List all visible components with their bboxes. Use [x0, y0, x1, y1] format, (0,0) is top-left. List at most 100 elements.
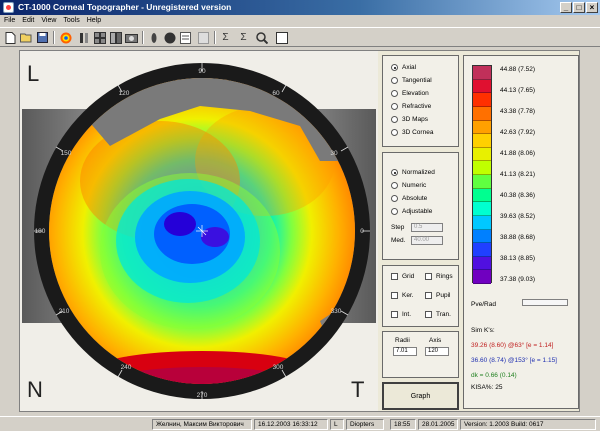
- checkbox[interactable]: [391, 311, 398, 318]
- map-type-panel: Axial Tangential Elevation Refractive 3D…: [382, 55, 459, 147]
- checkbox-ker[interactable]: Ker.: [391, 292, 414, 299]
- sim-k2: 36.60 (8.74) @153° [e = 1.15]: [471, 357, 557, 364]
- status-date: 28.01.2005: [418, 419, 458, 430]
- menu-edit[interactable]: Edit: [22, 15, 34, 27]
- new-icon[interactable]: [3, 30, 18, 45]
- radii-value[interactable]: 7.01: [393, 347, 417, 356]
- save-icon[interactable]: [35, 30, 50, 45]
- checkbox[interactable]: [425, 311, 432, 318]
- sim-k1: 39.26 (8.60) @63° [e = 1.14]: [471, 342, 554, 349]
- grid-icon[interactable]: [92, 30, 107, 45]
- pve-rad-label: Pve/Rad: [471, 301, 496, 308]
- radio-button[interactable]: [391, 169, 398, 176]
- radio-elevation[interactable]: Elevation: [391, 90, 429, 97]
- deg-0: 0: [360, 228, 364, 235]
- scale-segment: [473, 243, 491, 257]
- checkbox[interactable]: [391, 292, 398, 299]
- deg-210: 210: [59, 308, 70, 315]
- scale-segment: [473, 256, 491, 271]
- sphere-icon[interactable]: [162, 30, 177, 45]
- scale-segment: [473, 161, 491, 175]
- status-time: 18:55: [390, 419, 416, 430]
- zoom-icon[interactable]: [254, 30, 269, 45]
- camera-icon[interactable]: [124, 30, 139, 45]
- radio-axial[interactable]: Axial: [391, 64, 416, 71]
- scale-label: 37.38 (9.03): [500, 276, 536, 283]
- radio-normalized[interactable]: Normalized: [391, 169, 435, 176]
- eye-icon[interactable]: [146, 30, 161, 45]
- client-area: L N T 90 60 30 0 330 300 270 240 210 180…: [19, 50, 580, 412]
- compare-icon[interactable]: [108, 30, 123, 45]
- open-icon[interactable]: [19, 30, 34, 45]
- radio-numeric[interactable]: Numeric: [391, 182, 426, 189]
- scale-label: 41.88 (8.06): [500, 150, 536, 157]
- radio-button[interactable]: [391, 103, 398, 110]
- frame-icon[interactable]: [274, 30, 289, 45]
- status-eye: L: [330, 419, 344, 430]
- radio-button[interactable]: [391, 208, 398, 215]
- scale-label: 38.13 (8.85): [500, 255, 536, 262]
- pve-rad-field[interactable]: [522, 299, 568, 306]
- deg-240: 240: [121, 364, 132, 371]
- radio-button[interactable]: [391, 90, 398, 97]
- scale-segment: [473, 106, 491, 121]
- maximize-button[interactable]: □: [573, 2, 585, 13]
- radio-button[interactable]: [391, 182, 398, 189]
- close-button[interactable]: ×: [586, 2, 598, 13]
- med-field[interactable]: 40.00: [411, 236, 443, 245]
- sigma-icon-2[interactable]: Σ: [236, 30, 251, 45]
- menu-help[interactable]: Help: [87, 15, 101, 27]
- checkbox[interactable]: [425, 292, 432, 299]
- axis-value[interactable]: 120: [425, 347, 449, 356]
- menu-view[interactable]: View: [41, 15, 56, 27]
- checkbox-grid[interactable]: Grid: [391, 273, 414, 280]
- scale-segment: [473, 66, 491, 80]
- scale-label: 44.88 (7.52): [500, 66, 536, 73]
- color-scale-panel: 44.88 (7.52) 44.13 (7.65) 43.38 (7.78) 42.6…: [463, 55, 579, 409]
- status-version: Version: 1.2003 Build: 0617: [460, 419, 596, 430]
- deg-180: 180: [35, 228, 46, 235]
- radio-3d-cornea[interactable]: 3D Cornea: [391, 129, 433, 136]
- checkbox[interactable]: [425, 273, 432, 280]
- menu-bar: File Edit View Tools Help: [0, 15, 600, 27]
- med-label: Med.: [391, 237, 406, 244]
- color-map-icon[interactable]: [58, 30, 73, 45]
- radio-refractive[interactable]: Refractive: [391, 103, 431, 110]
- page-icon-2[interactable]: [196, 30, 211, 45]
- status-patient: Желнин, Максим Викторович: [152, 419, 252, 430]
- minimize-button[interactable]: _: [560, 2, 572, 13]
- step-field[interactable]: 0.5: [411, 223, 443, 232]
- checkbox-rings[interactable]: Rings: [425, 273, 453, 280]
- radio-button[interactable]: [391, 195, 398, 202]
- radio-button[interactable]: [391, 64, 398, 71]
- deg-30: 30: [330, 150, 338, 157]
- menu-file[interactable]: File: [4, 15, 15, 27]
- checkbox-tran[interactable]: Tran.: [425, 311, 451, 318]
- radio-button[interactable]: [391, 129, 398, 136]
- scale-type-panel: Normalized Numeric Absolute Adjustable S…: [382, 152, 459, 260]
- radio-adjustable[interactable]: Adjustable: [391, 208, 432, 215]
- deg-60: 60: [272, 90, 280, 97]
- menu-tools[interactable]: Tools: [63, 15, 79, 27]
- radio-tangential[interactable]: Tangential: [391, 77, 432, 84]
- graph-button[interactable]: Graph: [382, 382, 459, 410]
- radio-button[interactable]: [391, 116, 398, 123]
- scale-label: 42.63 (7.92): [500, 129, 536, 136]
- radio-3d-maps[interactable]: 3D Maps: [391, 116, 428, 123]
- deg-270: 270: [197, 392, 208, 399]
- title-bar: CT-1000 Corneal Topographer - Unregister…: [0, 0, 600, 15]
- checkbox-pupil[interactable]: Pupil: [425, 292, 450, 299]
- topography-map[interactable]: 90 60 30 0 330 300 270 240 210 180 150 1…: [20, 51, 378, 411]
- sigma-icon[interactable]: Σ: [218, 30, 233, 45]
- checkbox[interactable]: [391, 273, 398, 280]
- checkbox-int[interactable]: Int.: [391, 311, 411, 318]
- status-exam-datetime: 16.12.2003 16:33:12: [254, 419, 328, 430]
- radio-absolute[interactable]: Absolute: [391, 195, 427, 202]
- page-icon[interactable]: [178, 30, 193, 45]
- scale-segment: [473, 175, 491, 189]
- columns-icon[interactable]: [76, 30, 91, 45]
- app-icon: [3, 2, 14, 13]
- scale-segment: [473, 147, 491, 162]
- deg-330: 330: [331, 308, 342, 315]
- radio-button[interactable]: [391, 77, 398, 84]
